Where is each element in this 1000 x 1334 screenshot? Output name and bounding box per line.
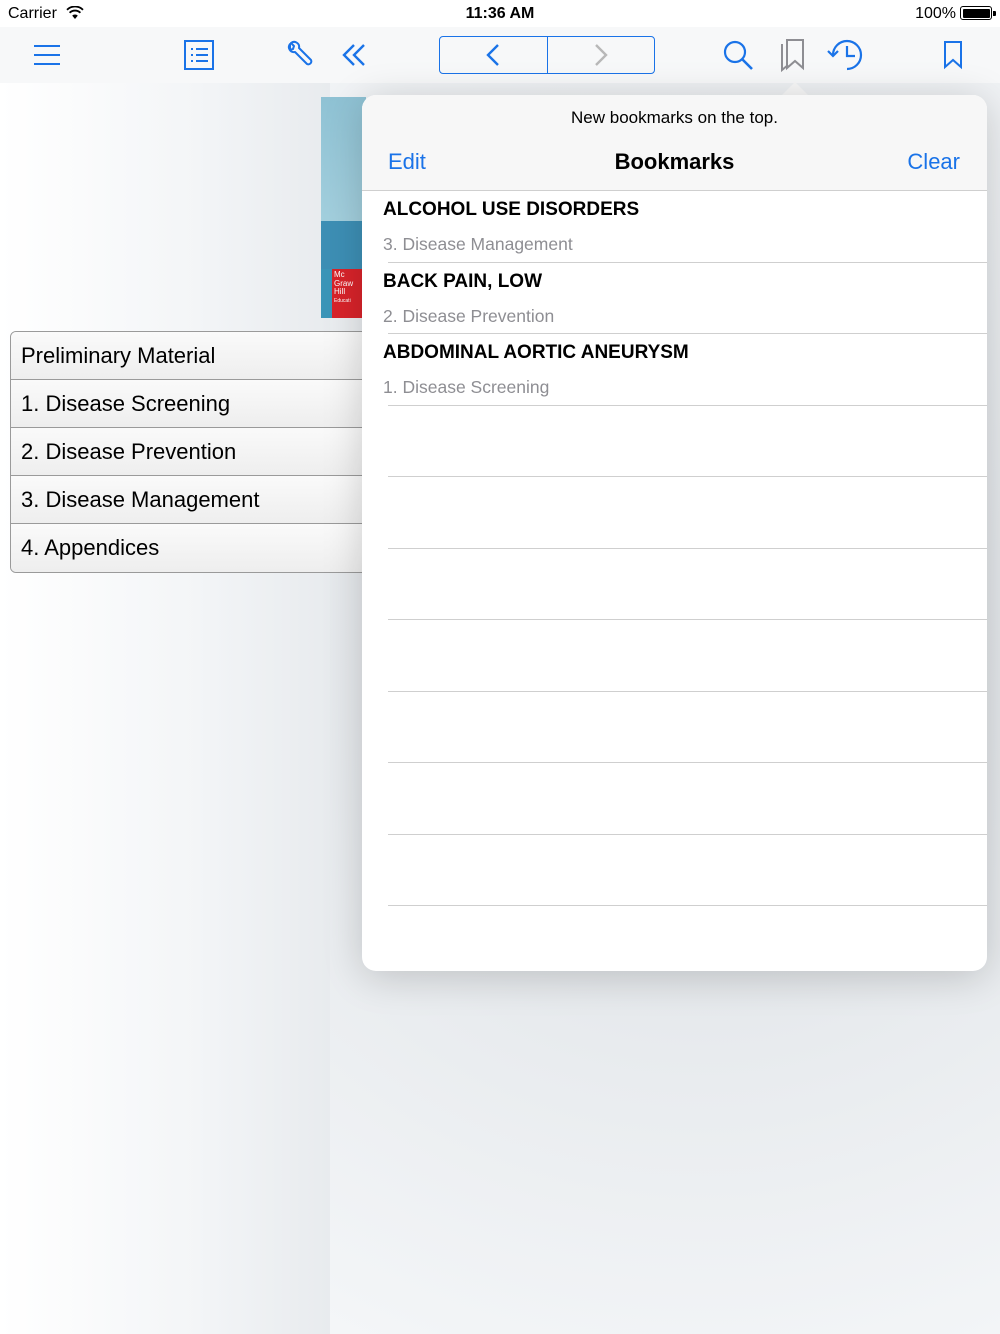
bookmark-row[interactable]: ALCOHOL USE DISORDERS 3. Disease Managem…	[362, 191, 987, 263]
clock: 11:36 AM	[465, 5, 535, 22]
history-icon	[827, 39, 863, 71]
bookmark-section: 3. Disease Management	[383, 234, 573, 254]
clear-button[interactable]: Clear	[907, 149, 960, 175]
bookmark-row[interactable]: BACK PAIN, LOW 2. Disease Prevention	[362, 263, 987, 335]
bookmark-icon	[944, 41, 962, 70]
bookmark-section: 1. Disease Screening	[383, 377, 550, 397]
bookmarks-icon	[781, 39, 804, 72]
battery-icon	[960, 6, 996, 20]
toc-item-preliminary-material[interactable]: Preliminary Material	[11, 332, 389, 380]
table-of-contents-icon	[184, 40, 214, 70]
search-button[interactable]	[720, 27, 756, 83]
add-bookmark-button[interactable]	[938, 27, 968, 83]
toc-item-disease-prevention[interactable]: 2. Disease Prevention	[11, 428, 389, 476]
back-to-start-button[interactable]	[338, 27, 370, 83]
bookmarks-hint: New bookmarks on the top.	[571, 108, 778, 127]
next-page-button[interactable]	[546, 37, 655, 73]
popover-title: Bookmarks	[614, 149, 735, 174]
table-of-contents: Preliminary Material 1. Disease Screenin…	[10, 331, 390, 573]
toc-item-appendices[interactable]: 4. Appendices	[11, 524, 389, 572]
background-left	[0, 82, 330, 1334]
bookmark-row[interactable]: ABDOMINAL AORTIC ANEURYSM 1. Disease Scr…	[362, 334, 987, 406]
history-button[interactable]	[826, 27, 866, 83]
publisher-logo: Mc Graw Hill Educati	[332, 269, 366, 318]
bookmark-section: 2. Disease Prevention	[383, 305, 555, 326]
table-of-contents-button[interactable]	[181, 27, 217, 83]
menu-icon	[34, 45, 60, 65]
chevron-right-icon	[594, 44, 608, 66]
bookmarks-list: ALCOHOL USE DISORDERS 3. Disease Managem…	[362, 191, 987, 906]
empty-row	[362, 549, 987, 621]
empty-row	[362, 406, 987, 478]
battery-percent: 100%	[915, 5, 956, 22]
empty-row	[362, 835, 987, 907]
search-icon	[723, 40, 753, 70]
empty-row	[362, 763, 987, 835]
status-bar: Carrier 11:36 AM 100%	[0, 0, 1000, 27]
double-chevron-left-icon	[342, 44, 365, 66]
popover-header: New bookmarks on the top. Edit Bookmarks…	[362, 95, 987, 191]
previous-page-button[interactable]	[440, 37, 547, 73]
menu-button[interactable]	[30, 27, 64, 83]
cover-stripe	[321, 221, 366, 269]
toc-item-disease-screening[interactable]: 1. Disease Screening	[11, 380, 389, 428]
bookmark-title: BACK PAIN, LOW	[383, 270, 543, 292]
bookmarks-popover: New bookmarks on the top. Edit Bookmarks…	[362, 95, 987, 971]
wrench-icon	[287, 40, 313, 66]
empty-row	[362, 692, 987, 764]
bookmark-title: ALCOHOL USE DISORDERS	[383, 199, 640, 220]
empty-row	[362, 620, 987, 692]
chevron-left-icon	[486, 44, 500, 66]
empty-row	[362, 477, 987, 549]
tools-button[interactable]	[282, 27, 318, 83]
toolbar	[0, 27, 1000, 83]
toc-item-disease-management[interactable]: 3. Disease Management	[11, 476, 389, 524]
popover-arrow	[781, 82, 809, 96]
book-cover[interactable]: Mc Graw Hill Educati	[321, 97, 366, 318]
page-navigation-control	[439, 36, 655, 74]
bookmark-title: ABDOMINAL AORTIC ANEURYSM	[383, 342, 689, 363]
bookmarks-list-button[interactable]	[776, 27, 808, 83]
